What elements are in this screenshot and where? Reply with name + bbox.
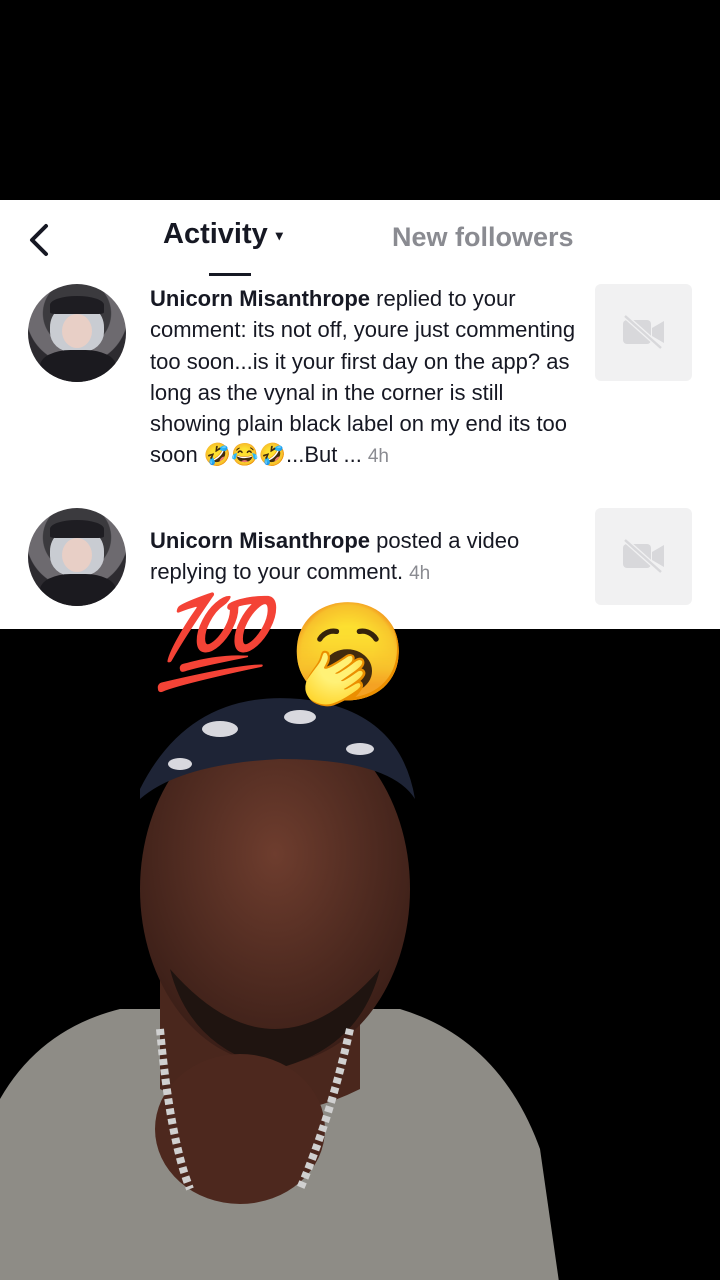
- video-thumbnail[interactable]: [595, 284, 692, 381]
- timestamp: 4h: [409, 563, 431, 585]
- chevron-left-icon: [30, 224, 48, 256]
- back-button[interactable]: [22, 220, 58, 260]
- video-off-icon: [623, 538, 664, 574]
- hundred-emoji: 💯: [155, 593, 268, 693]
- video-off-icon: [623, 314, 664, 350]
- username[interactable]: Unicorn Misanthrope: [150, 528, 370, 553]
- caret-down-icon: ▾: [275, 226, 283, 243]
- tab-activity-label: Activity: [163, 218, 268, 250]
- tab-new-followers[interactable]: New followers: [392, 222, 574, 253]
- username[interactable]: Unicorn Misanthrope: [150, 286, 370, 311]
- video-player[interactable]: [0, 629, 720, 1280]
- notification-text: Unicorn Misanthrope replied to your comm…: [150, 283, 580, 473]
- notification-text: Unicorn Misanthrope posted a video reply…: [150, 525, 580, 590]
- video-thumbnail[interactable]: [595, 508, 692, 605]
- top-letterbox: [0, 0, 720, 200]
- timestamp: 4h: [367, 446, 389, 468]
- avatar[interactable]: [28, 508, 126, 606]
- tab-activity[interactable]: Activity ▾: [163, 218, 283, 251]
- yawning-face-emoji: 🥱: [288, 599, 408, 706]
- notification-message: replied to your comment: its not off, yo…: [150, 286, 576, 468]
- activity-panel: Activity ▾ New followers Unicorn Misanthr…: [0, 200, 720, 629]
- video-person: [0, 698, 559, 1280]
- tab-active-indicator: [209, 273, 251, 276]
- avatar[interactable]: [28, 284, 126, 382]
